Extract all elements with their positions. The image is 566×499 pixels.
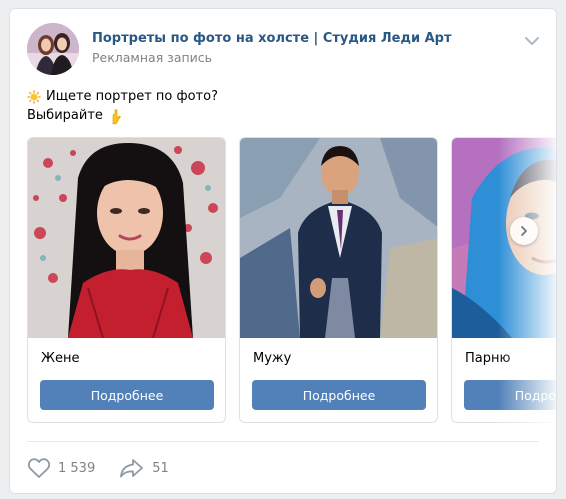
post-text-line-2: Выбирайте <box>27 108 103 123</box>
post-text: Ищете портрет по фото? Выбирайте <box>27 87 218 125</box>
card-image-man[interactable] <box>240 138 437 338</box>
pointing-down-icon <box>108 108 122 124</box>
card-title: Парню <box>465 351 511 366</box>
chevron-down-icon[interactable] <box>522 33 542 47</box>
heart-icon <box>27 457 51 479</box>
avatar[interactable] <box>27 23 79 75</box>
share-button[interactable]: 51 <box>119 457 169 479</box>
details-button[interactable]: Подробнее <box>464 380 556 410</box>
chevron-right-icon[interactable] <box>510 217 538 245</box>
card-image-woman[interactable] <box>28 138 225 338</box>
ad-label: Рекламная запись <box>92 50 213 65</box>
carousel-card[interactable]: Мужу Подробнее <box>239 137 438 423</box>
details-button[interactable]: Подробнее <box>252 380 426 410</box>
carousel-card[interactable]: Жене Подробнее <box>27 137 226 423</box>
card-image-young-man[interactable] <box>452 138 556 338</box>
product-carousel: Жене Подробнее Мужу Подробнее Парню Подр… <box>27 137 556 423</box>
ad-post: Портреты по фото на холсте | Студия Леди… <box>9 8 557 494</box>
sun-icon <box>27 89 41 104</box>
like-count: 1 539 <box>58 460 96 476</box>
details-button[interactable]: Подробнее <box>40 380 214 410</box>
carousel-card[interactable]: Парню Подробнее <box>451 137 556 423</box>
divider <box>27 441 539 442</box>
post-actions: 1 539 51 <box>27 455 169 481</box>
like-button[interactable]: 1 539 <box>27 457 95 479</box>
card-title: Мужу <box>253 351 292 366</box>
author-name[interactable]: Портреты по фото на холсте | Студия Леди… <box>92 31 452 46</box>
post-text-line-1: Ищете портрет по фото? <box>46 89 218 104</box>
share-count: 51 <box>152 460 169 476</box>
share-arrow-icon <box>119 457 145 479</box>
card-title: Жене <box>41 351 80 366</box>
